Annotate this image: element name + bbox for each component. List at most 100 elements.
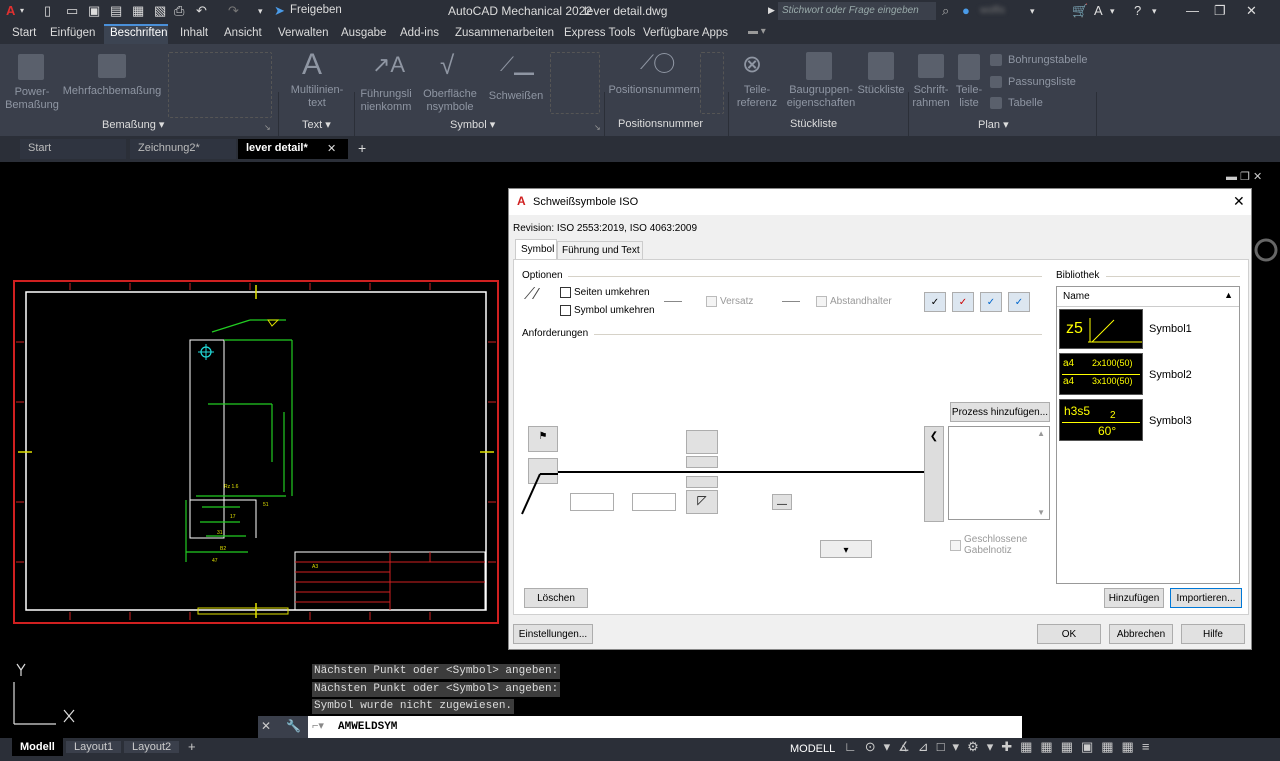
open-folder-icon[interactable]: ▭ <box>66 3 78 19</box>
library-header[interactable]: Name ▲ <box>1057 287 1239 307</box>
doc-tab-start[interactable]: Start <box>20 139 126 159</box>
autodesk-app-icon[interactable]: A <box>1094 3 1103 18</box>
hole-table-icon[interactable] <box>990 54 1002 66</box>
title-block-icon[interactable] <box>918 54 944 78</box>
tab-symbol[interactable]: Symbol <box>515 239 557 259</box>
group-symbol[interactable]: Symbol ▾ <box>450 118 495 131</box>
app-menu-chevron-icon[interactable]: ▾ <box>20 6 24 15</box>
close-command-line-icon[interactable]: ✕ <box>261 719 271 733</box>
print-icon[interactable]: ⎙ <box>174 3 184 19</box>
abbrechen-button[interactable]: Abbrechen <box>1109 624 1173 644</box>
prefix-field[interactable] <box>570 493 614 511</box>
einstellungen-button[interactable]: Einstellungen... <box>513 624 593 644</box>
group-text[interactable]: Text ▾ <box>302 118 331 131</box>
leader-note-button[interactable]: Führungsli nienkomm <box>356 88 416 114</box>
size-field[interactable] <box>632 493 676 511</box>
parts-list-icon[interactable] <box>868 52 894 80</box>
leader-note-icon[interactable]: ↗A <box>372 52 405 78</box>
dropdown-select[interactable]: ▾ <box>820 540 872 558</box>
multiple-dimension-button[interactable]: Mehrfachbemaßung <box>60 85 164 98</box>
hilfe-button[interactable]: Hilfe <box>1181 624 1245 644</box>
abstandhalter-checkbox[interactable] <box>816 296 827 307</box>
cart-icon[interactable]: 🛒 <box>1072 3 1088 19</box>
table-icon[interactable] <box>990 97 1002 109</box>
length-button[interactable]: — <box>772 494 792 510</box>
share-icon[interactable]: ➤ <box>274 3 285 19</box>
help-chevron-icon[interactable]: ▾ <box>1152 6 1157 17</box>
symbol2-preview[interactable]: a4 2x100(50) a4 3x100(50) <box>1059 353 1143 395</box>
save-as-icon[interactable]: ▤ <box>110 3 122 19</box>
hinzufuegen-button[interactable]: Hinzufügen <box>1104 588 1164 608</box>
user-icon[interactable]: ● <box>962 3 970 18</box>
navigation-wheel[interactable] <box>1254 238 1278 262</box>
help-icon[interactable]: ? <box>1134 3 1141 18</box>
hole-table-button[interactable]: Bohrungstabelle <box>1008 54 1088 67</box>
customize-qat-icon[interactable]: ▾ <box>258 6 263 17</box>
close-window-icon[interactable]: ✕ <box>1246 3 1257 19</box>
balloon-tools-grid[interactable] <box>700 52 724 114</box>
remove-weld-icon[interactable]: ✓ <box>952 292 974 312</box>
surface-symbol-button[interactable]: Oberfläche nsymbole <box>420 88 480 114</box>
add-layout-icon[interactable]: + <box>188 739 196 754</box>
ribbon-minimize-icon[interactable]: ▬ ▾ <box>748 26 766 37</box>
symbol3-preview[interactable]: h3s5 2 60° <box>1059 399 1143 441</box>
seiten-umkehren-checkbox[interactable] <box>560 287 571 298</box>
scroll-up-icon[interactable]: ▲ <box>1037 429 1045 438</box>
importieren-button[interactable]: Importieren... <box>1170 588 1242 608</box>
supplementary-symbol-button[interactable] <box>686 430 718 454</box>
layout-tab-2[interactable]: Layout2 <box>124 741 180 753</box>
user-menu-chevron-icon[interactable]: ▾ <box>1030 6 1035 17</box>
tab-verfuegbare-apps[interactable]: Verfügbare Apps <box>643 27 728 39</box>
symbol-tools-grid[interactable] <box>550 52 600 114</box>
symbol1-preview[interactable]: z5 <box>1059 309 1143 349</box>
restore-icon[interactable]: ❐ <box>1214 3 1226 19</box>
surface-symbol-icon[interactable]: √ <box>440 50 454 81</box>
versatz-checkbox[interactable] <box>706 296 717 307</box>
multiple-dimension-icon[interactable] <box>98 54 126 78</box>
new-file-icon[interactable]: ▯ <box>44 3 51 19</box>
bom-button[interactable]: Stückliste <box>856 84 906 97</box>
title-block-button[interactable]: Schrift- rahmen <box>910 84 952 110</box>
tail-button[interactable]: ❮ <box>924 426 944 522</box>
library-list[interactable]: Name ▲ z5 Symbol1 a4 2x100(50) a4 3x100(… <box>1056 286 1240 584</box>
window-controls-drawing[interactable]: ▬ ❐ ✕ <box>1226 171 1262 183</box>
doc-tab-zeichnung2[interactable]: Zeichnung2* <box>130 139 236 159</box>
process-list[interactable]: ▲ ▼ <box>948 426 1050 520</box>
fit-list-icon[interactable] <box>990 76 1002 88</box>
user-name[interactable]: wolfis <box>980 5 1005 16</box>
symbol1-name[interactable]: Symbol1 <box>1149 323 1192 335</box>
welding-icon[interactable]: ⟋▁ <box>500 54 534 77</box>
assembly-properties-icon[interactable] <box>806 52 832 80</box>
ok-button[interactable]: OK <box>1037 624 1101 644</box>
cloud-icon[interactable]: ▧ <box>154 3 166 19</box>
multiline-text-icon[interactable]: A <box>302 48 322 82</box>
move-weld-right-icon[interactable]: ✓ <box>1008 292 1030 312</box>
close-tab-icon[interactable]: ✕ <box>327 142 336 155</box>
power-dimension-button[interactable]: Power- Bemaßung <box>2 86 62 112</box>
symbol3-name[interactable]: Symbol3 <box>1149 415 1192 427</box>
fit-list-button[interactable]: Passungsliste <box>1008 76 1076 89</box>
app-chevron-icon[interactable]: ▾ <box>1110 6 1115 17</box>
new-tab-icon[interactable]: + <box>358 140 366 156</box>
model-space-button[interactable]: MODELL <box>790 743 835 755</box>
parts-list-plan-icon[interactable] <box>958 54 980 80</box>
save-icon[interactable]: ▣ <box>88 3 100 19</box>
layout-tab-1[interactable]: Layout1 <box>66 741 122 753</box>
status-toggle-icons[interactable]: ∟⊙▾∡⊿□▾⚙▾✚▦▦▦▣▦▦≡ <box>844 739 1157 755</box>
command-input[interactable]: ⌐▾ AMWELDSYM <box>308 716 1022 738</box>
flag-button[interactable]: ⚑ <box>528 426 558 452</box>
web-icon[interactable]: ▦ <box>132 3 144 19</box>
group-plan[interactable]: Plan ▾ <box>978 118 1009 131</box>
dialog-launcher-icon[interactable]: ↘ <box>594 123 601 132</box>
part-reference-icon[interactable]: ⊗ <box>742 50 762 79</box>
tab-ansicht[interactable]: Ansicht <box>224 27 262 39</box>
balloon-icon[interactable]: ⟋◯ <box>640 52 674 75</box>
contour-button[interactable] <box>686 456 718 468</box>
parts-list-plan-button[interactable]: Teile- liste <box>950 84 988 110</box>
close-dialog-icon[interactable]: ✕ <box>1233 193 1245 210</box>
share-button[interactable]: Freigeben <box>290 4 342 16</box>
tab-beschriften[interactable]: Beschriften <box>110 27 168 39</box>
symbol2-name[interactable]: Symbol2 <box>1149 369 1192 381</box>
loeschen-button[interactable]: Löschen <box>524 588 588 608</box>
balloons-button[interactable]: Positionsnummern <box>606 84 702 97</box>
